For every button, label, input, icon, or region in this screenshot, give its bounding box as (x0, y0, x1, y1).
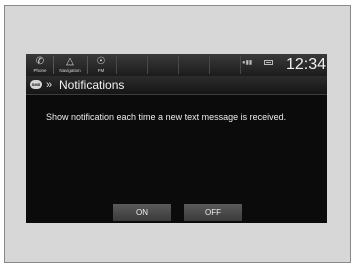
title-bar: SMS » Notifications (26, 76, 327, 95)
navigation-label: Navigation (59, 68, 81, 73)
fm-label: FM (97, 68, 105, 73)
radio-antenna-icon: ☉ (96, 56, 106, 67)
navigation-icon: △ (66, 56, 74, 67)
empty-shortcut-slot[interactable] (116, 56, 147, 74)
infotainment-screen: ✆ Phone △ Navigation ☉ FM ●▮▮ 12:34 SMS … (26, 54, 327, 223)
fm-button[interactable]: ☉ FM (88, 54, 114, 76)
off-button[interactable]: OFF (184, 204, 242, 221)
clock: 12:34 (285, 56, 326, 73)
navigation-button[interactable]: △ Navigation (54, 54, 86, 76)
notification-description: Show notification each time a new text m… (46, 112, 287, 122)
phone-label: Phone (33, 68, 47, 73)
empty-shortcut-slot[interactable] (209, 56, 241, 74)
status-bar: ✆ Phone △ Navigation ☉ FM ●▮▮ 12:34 (26, 54, 327, 76)
bluetooth-signal-icon: ●▮▮ (242, 60, 253, 66)
phone-button[interactable]: ✆ Phone (28, 54, 52, 76)
empty-shortcut-slot[interactable] (178, 56, 209, 74)
phone-icon: ✆ (35, 56, 45, 67)
on-button[interactable]: ON (113, 204, 171, 221)
sms-icon: SMS (30, 80, 42, 89)
battery-icon (264, 60, 273, 65)
breadcrumb-chevron-icon: » (46, 79, 53, 91)
empty-shortcut-slot[interactable] (147, 56, 178, 74)
page-title: Notifications (59, 78, 125, 92)
